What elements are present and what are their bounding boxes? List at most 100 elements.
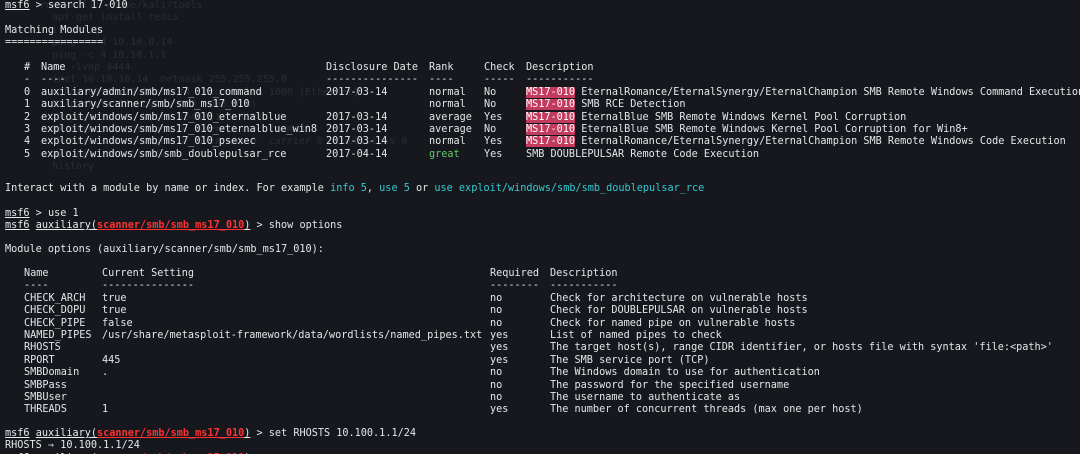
module-check: No	[484, 86, 497, 98]
opt-desc-header: Description	[550, 268, 618, 279]
use-path-hint-command: use exploit/windows/smb/smb_doublepulsar…	[434, 183, 705, 194]
module-num: 2	[24, 111, 31, 123]
module-date: 2017-03-14	[326, 111, 388, 123]
col-name-header: Name	[41, 62, 66, 73]
use-hint-command: use 5	[379, 183, 410, 194]
option-required: no	[490, 367, 503, 379]
module-rank: average	[429, 111, 472, 123]
module-date: 2017-03-14	[326, 136, 388, 148]
module-num: 1	[24, 99, 31, 111]
msf-prompt: msf6	[5, 220, 30, 232]
option-setting: /usr/share/metasploit-framework/data/wor…	[102, 330, 483, 341]
option-required: no	[490, 317, 503, 329]
option-name: NAMED_PIPES	[24, 330, 92, 341]
module-desc: MS17-010 EternalBlue SMB Remote Windows …	[526, 124, 968, 135]
option-setting: false	[102, 317, 133, 329]
option-name: RPORT	[24, 354, 55, 366]
module-desc: MS17-010 EternalRomance/EternalSynergy/E…	[526, 86, 1080, 98]
option-desc: The SMB service port (TCP)	[550, 354, 710, 366]
option-desc: Check for architecture on vulnerable hos…	[550, 292, 808, 304]
option-required: no	[490, 292, 503, 304]
info-hint-command: info 5	[330, 183, 367, 194]
search-highlight: MS17-010	[526, 99, 576, 111]
module-num: 4	[24, 136, 31, 148]
interact-hint: Interact with a module by name or index.…	[5, 183, 705, 194]
command-text: use 1	[47, 208, 79, 219]
module-desc: MS17-010 EternalBlue SMB Remote Windows …	[526, 111, 907, 123]
option-desc: The number of concurrent threads (max on…	[550, 404, 863, 416]
option-name: SMBPass	[24, 379, 67, 391]
command-text: search 17-010	[47, 0, 128, 11]
option-name: SMBDomain	[24, 367, 80, 379]
module-num: 5	[24, 148, 31, 160]
option-desc: List of named pipes to check	[550, 330, 722, 341]
module-name[interactable]: exploit/windows/smb/ms17_010_eternalblue	[41, 112, 286, 124]
search-highlight: MS17-010	[526, 86, 576, 98]
module-name[interactable]: exploit/windows/smb/ms17_010_eternalblue…	[41, 124, 317, 136]
option-required: no	[490, 305, 503, 317]
col-num-header: #	[24, 62, 31, 73]
opt-name-header: Name	[24, 268, 49, 279]
col-check-header: Check	[484, 62, 515, 73]
col-date-header: Disclosure Date	[326, 62, 419, 73]
col-rank-header: Rank	[429, 62, 454, 73]
module-rank: normal	[429, 136, 466, 148]
option-setting: true	[102, 292, 127, 304]
msf-prompt: msf6	[5, 0, 30, 11]
option-setting: true	[102, 305, 127, 317]
option-required: no	[490, 379, 503, 391]
module-desc: MS17-010 SMB RCE Detection	[526, 99, 686, 111]
option-name: RHOSTS	[24, 342, 61, 354]
active-module: scanner/smb/smb_ms17_010	[97, 220, 245, 232]
rhosts-result: RHOSTS ⇒ 10.100.1.1/24	[5, 440, 140, 452]
opt-required-header: Required	[490, 268, 540, 279]
module-check: No	[484, 99, 497, 111]
module-num: 0	[24, 86, 31, 98]
module-name[interactable]: exploit/windows/smb/smb_doublepulsar_rce	[41, 149, 286, 161]
module-check: Yes	[484, 148, 503, 160]
module-name[interactable]: auxiliary/scanner/smb/smb_ms17_010	[41, 99, 250, 111]
module-desc: SMB DOUBLEPULSAR Remote Code Execution	[526, 148, 760, 160]
prompt-line-show-options: msf6 auxiliary(scanner/smb/smb_ms17_010)…	[5, 220, 343, 232]
prompt-line-set: msf6 auxiliary(scanner/smb/smb_ms17_010)…	[5, 428, 416, 439]
option-required: yes	[490, 404, 509, 416]
option-required: yes	[490, 342, 509, 354]
module-desc: MS17-010 EternalRomance/EternalSynergy/E…	[526, 136, 1066, 148]
command-text: set RHOSTS 10.100.1.1/24	[268, 428, 416, 439]
module-check: Yes	[484, 136, 503, 148]
module-rank: average	[429, 124, 472, 135]
module-rank: normal	[429, 99, 466, 111]
module-options-title: Module options (auxiliary/scanner/smb/sm…	[5, 244, 324, 255]
module-date: 2017-03-14	[326, 124, 388, 135]
option-required: yes	[490, 330, 509, 341]
option-name: THREADS	[24, 404, 67, 416]
option-desc: Check for DOUBLEPULSAR on vulnerable hos…	[550, 305, 808, 317]
option-desc: The Windows domain to use for authentica…	[550, 367, 820, 379]
msf-prompt: msf6	[5, 208, 30, 219]
opt-setting-header: Current Setting	[102, 268, 195, 279]
module-num: 3	[24, 124, 31, 135]
option-desc: The username to authenticate as	[550, 392, 741, 403]
matching-title: Matching Modules	[5, 25, 104, 36]
command-text: show options	[268, 220, 343, 232]
search-highlight: MS17-010	[526, 136, 576, 148]
option-name: CHECK_DOPU	[24, 305, 86, 317]
module-check: No	[484, 124, 497, 135]
option-setting: 445	[102, 354, 121, 366]
terminal-window[interactable]: root@kali: /home/kali/tools apt-get inst…	[0, 0, 1080, 454]
option-desc: Check for named pipe on vulnerable hosts	[550, 317, 796, 329]
module-date: 2017-04-14	[326, 148, 388, 160]
option-desc: The target host(s), range CIDR identifie…	[550, 342, 1053, 354]
module-name[interactable]: auxiliary/admin/smb/ms17_010_command	[41, 87, 262, 99]
search-highlight: MS17-010	[526, 124, 576, 135]
matching-rule: ================	[5, 37, 104, 49]
option-name: SMBUser	[24, 392, 67, 403]
option-name: CHECK_ARCH	[24, 292, 86, 304]
module-date: 2017-03-14	[326, 86, 388, 98]
col-desc-header: Description	[526, 62, 594, 73]
option-name: CHECK_PIPE	[24, 317, 86, 329]
option-required: no	[490, 392, 503, 403]
option-required: yes	[490, 354, 509, 366]
module-check: Yes	[484, 111, 503, 123]
module-name[interactable]: exploit/windows/smb/ms17_010_psexec	[41, 136, 256, 148]
